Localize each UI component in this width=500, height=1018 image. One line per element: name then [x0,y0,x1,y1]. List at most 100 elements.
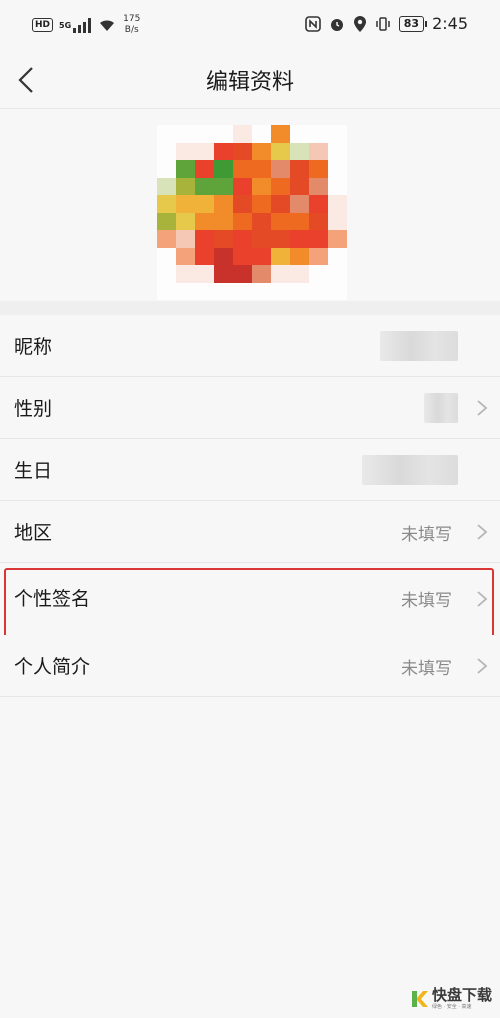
nfc-icon [304,15,321,32]
avatar-pixel [176,177,195,195]
avatar-pixel [309,195,328,213]
avatar-section [0,109,500,301]
alarm-icon [330,18,343,31]
status-bar: HD 5G 175 B/s 83 2:45 [0,0,500,52]
avatar-pixel [309,160,328,178]
row-region[interactable]: 地区 未填写 [0,501,500,563]
row-label: 性别 [14,398,53,420]
avatar-pixel [176,125,195,143]
avatar-pixel [252,230,271,248]
avatar-pixel [233,125,252,143]
avatar-pixel [195,142,214,160]
avatar-pixel [195,125,214,143]
avatar-pixel [328,177,347,195]
chevron-right-icon [477,400,488,416]
avatar-pixel [157,125,176,143]
net-speed: 175 B/s [123,14,140,36]
avatar-pixel [157,265,176,283]
avatar-pixel [195,160,214,178]
avatar-pixel [195,282,214,300]
gender-value-blurred [424,393,458,423]
row-value: 未填写 [401,591,452,611]
avatar-pixel [233,247,252,265]
avatar-pixel [195,212,214,230]
avatar[interactable] [157,125,347,300]
avatar-pixel [214,177,233,195]
watermark: 快盘下载 绿色 · 安全 · 高速 [409,988,492,1010]
avatar-pixel [290,195,309,213]
avatar-pixel [157,282,176,300]
avatar-pixel [252,265,271,283]
avatar-pixel [195,230,214,248]
avatar-pixel [252,247,271,265]
avatar-pixel [271,142,290,160]
avatar-pixel [290,125,309,143]
row-birthday[interactable]: 生日 [0,439,500,501]
nav-bar: 编辑资料 [0,52,500,109]
avatar-pixel [157,177,176,195]
nickname-value-blurred [380,331,458,361]
net-speed-unit: B/s [124,25,139,35]
avatar-pixel [309,230,328,248]
avatar-pixel [214,160,233,178]
avatar-pixel [214,212,233,230]
avatar-pixel [271,265,290,283]
clock: 2:45 [432,14,468,33]
avatar-pixel [176,160,195,178]
avatar-pixel [328,160,347,178]
avatar-pixel [309,177,328,195]
avatar-pixel [214,230,233,248]
watermark-text: 快盘下载 [431,986,492,1004]
avatar-pixel [290,282,309,300]
avatar-pixel [309,265,328,283]
avatar-pixel [328,195,347,213]
row-label: 昵称 [14,336,53,358]
row-bio[interactable]: 个人简介 未填写 [0,635,500,697]
avatar-pixel [328,142,347,160]
avatar-pixel [214,265,233,283]
avatar-pixel [328,247,347,265]
avatar-pixel [290,212,309,230]
avatar-pixel [328,212,347,230]
row-value: 未填写 [401,525,452,545]
status-right: 83 2:45 [304,14,468,33]
avatar-pixel [214,282,233,300]
avatar-pixel [252,212,271,230]
avatar-pixel [271,282,290,300]
watermark-logo-icon [411,991,428,1007]
battery-indicator: 83 [398,15,428,32]
avatar-pixel [176,247,195,265]
avatar-pixel [290,265,309,283]
avatar-pixel [233,282,252,300]
avatar-pixel [214,195,233,213]
avatar-pixel [290,160,309,178]
avatar-pixel [252,177,271,195]
avatar-pixel [290,247,309,265]
avatar-pixel [309,247,328,265]
vibrate-icon [376,16,390,31]
avatar-pixel [271,247,290,265]
avatar-pixel [157,195,176,213]
avatar-pixel [176,230,195,248]
chevron-right-icon [477,658,488,674]
avatar-pixel [290,230,309,248]
row-label: 个性签名 [14,588,91,610]
avatar-pixel [176,142,195,160]
avatar-pixel [157,142,176,160]
avatar-pixel [233,265,252,283]
avatar-pixel [271,195,290,213]
avatar-pixel [252,125,271,143]
avatar-pixel [309,212,328,230]
hd-badge: HD [32,18,54,32]
row-value: 未填写 [401,659,452,679]
avatar-pixel [271,212,290,230]
avatar-image [157,125,347,300]
row-gender[interactable]: 性别 [0,377,500,439]
row-label: 个人简介 [14,656,91,678]
signal-type: 5G [59,20,72,30]
avatar-pixel [176,212,195,230]
location-icon [353,15,366,32]
avatar-pixel [252,142,271,160]
row-signature[interactable]: 个性签名 未填写 [0,563,500,639]
row-nickname[interactable]: 昵称 [0,315,500,377]
